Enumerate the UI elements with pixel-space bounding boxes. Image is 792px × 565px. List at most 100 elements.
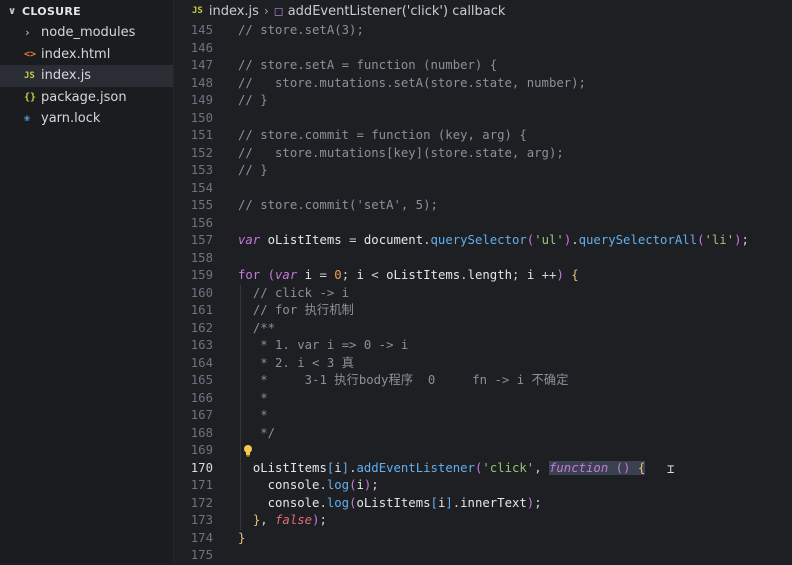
line-number: 150 [190, 110, 213, 125]
chevron-right-icon: › [263, 4, 269, 18]
code-text: console.log(i); [267, 478, 379, 492]
code-line[interactable]: 147 // store.setA = function (number) { [174, 57, 792, 75]
code-line[interactable]: 153 // } [174, 162, 792, 180]
breadcrumb-symbol[interactable]: addEventListener('click') callback [288, 4, 506, 19]
tree-item-label: package.json [41, 89, 127, 105]
code-line[interactable]: 171 console.log(i); [174, 477, 792, 495]
code-line[interactable]: 174} [174, 530, 792, 548]
code-line[interactable]: 154 [174, 180, 792, 198]
tree-item-index-html[interactable]: <> index.html [0, 44, 173, 66]
code-line[interactable]: 149 // } [174, 92, 792, 110]
line-number: 163 [190, 338, 213, 352]
line-number: 169 [190, 443, 213, 457]
breadcrumb: JS index.js › ◻ addEventListener('click'… [174, 0, 792, 22]
breadcrumb-file[interactable]: index.js [209, 4, 259, 19]
tree-item-package-json[interactable]: {} package.json [0, 87, 173, 109]
code-line[interactable]: 169 [174, 442, 792, 460]
line-number: 147 [190, 58, 213, 72]
code-text: for (var i = 0; i < oListItems.length; i… [238, 268, 579, 282]
js-file-icon: JS [192, 6, 203, 16]
code-line[interactable]: 172 console.log(oListItems[i].innerText)… [174, 494, 792, 512]
line-number: 149 [190, 93, 213, 107]
code-area[interactable]: 145 // store.setA(3); 146 147 // store.setA … [174, 22, 792, 565]
code-text: oListItems[i].addEventListener('click', … [252, 460, 646, 475]
code-line[interactable]: 162 /** [174, 319, 792, 337]
code-text: // click -> i [252, 285, 350, 300]
code-text: // store.mutations[key](store.state, arg… [238, 145, 564, 160]
line-number: 156 [190, 215, 213, 230]
line-number: 166 [190, 390, 213, 405]
code-text: // } [238, 93, 268, 107]
line-number: 167 [190, 408, 213, 422]
code-text: * [260, 390, 268, 405]
code-line[interactable]: 160 // click -> i [174, 284, 792, 302]
line-number: 145 [190, 23, 213, 37]
code-editor[interactable]: JS index.js › ◻ addEventListener('click'… [174, 0, 792, 563]
line-number: 148 [190, 75, 213, 90]
line-number: 160 [190, 285, 213, 300]
code-text: } [238, 530, 246, 545]
code-line[interactable]: 152 // store.mutations[key](store.state, … [174, 145, 792, 163]
code-text: console.log(oListItems[i].innerText); [267, 495, 542, 510]
line-number: 174 [190, 530, 213, 545]
code-line[interactable]: 157 var oListItems = document.querySelect… [174, 232, 792, 250]
lightbulb-icon[interactable] [242, 444, 254, 457]
code-line[interactable]: 166 * [174, 389, 792, 407]
line-number: 146 [190, 40, 213, 55]
line-number: 173 [190, 513, 213, 527]
code-line[interactable]: 159 for (var i = 0; i < oListItems.length… [174, 267, 792, 285]
line-number: 162 [190, 320, 213, 335]
code-line[interactable]: 163 * 1. var i => 0 -> i [174, 337, 792, 355]
code-line[interactable]: 168 */ [174, 424, 792, 442]
code-text: /** [252, 320, 276, 335]
code-text: // store.setA(3); [238, 23, 364, 37]
code-line[interactable]: 161 // for 执行机制 [174, 302, 792, 320]
tree-item-label: node_modules [41, 25, 136, 41]
code-line[interactable]: 146 [174, 40, 792, 58]
code-line[interactable]: 164 * 2. i < 3 真 [174, 354, 792, 372]
tree-item-label: yarn.lock [41, 111, 101, 127]
code-line[interactable]: 150 [174, 110, 792, 128]
chevron-down-icon: ∨ [8, 5, 17, 17]
code-text: * [260, 408, 268, 422]
method-cube-icon: ◻ [273, 4, 284, 18]
code-text: // } [238, 163, 268, 177]
tree-item-node-modules[interactable]: › node_modules [0, 22, 173, 44]
code-line[interactable]: 158 [174, 250, 792, 268]
line-number: 155 [190, 198, 213, 212]
tree-item-index-js[interactable]: JS index.js [0, 65, 173, 87]
line-number: 152 [190, 145, 213, 160]
explorer-folder-header[interactable]: ∨ CLOSURE [0, 0, 173, 22]
text-cursor-icon: ⌶ [667, 461, 675, 476]
line-number: 171 [190, 478, 213, 492]
code-line[interactable]: 148 // store.mutations.setA(store.state, … [174, 75, 792, 93]
chevron-right-icon: › [24, 26, 31, 40]
line-number: 151 [190, 128, 213, 142]
code-line[interactable]: 145 // store.setA(3); [174, 22, 792, 40]
code-line[interactable]: 173 }, false); [174, 512, 792, 530]
code-line[interactable]: 170 oListItems[i].addEventListener('clic… [174, 459, 792, 477]
line-number: 165 [190, 373, 213, 387]
tree-item-yarn-lock[interactable]: ❀ yarn.lock [0, 108, 173, 130]
line-number: 164 [190, 355, 213, 370]
code-line[interactable]: 155 // store.commit('setA', 5); [174, 197, 792, 215]
line-number: 157 [190, 233, 213, 247]
code-text: */ [260, 425, 276, 440]
code-text: // for 执行机制 [252, 303, 354, 317]
code-line[interactable]: 175 [174, 547, 792, 565]
code-text: * 1. var i => 0 -> i [260, 338, 409, 352]
code-line[interactable]: 151 // store.commit = function (key, arg)… [174, 127, 792, 145]
code-line[interactable]: 165 * 3-1 执行body程序 0 fn -> i 不确定 [174, 372, 792, 390]
code-line[interactable]: 167 * [174, 407, 792, 425]
indent-guide [240, 442, 241, 460]
folder-name: CLOSURE [22, 4, 81, 18]
code-text: var oListItems = document.querySelector(… [238, 233, 749, 247]
json-file-icon: {} [24, 91, 37, 103]
html-file-icon: <> [24, 48, 37, 60]
js-file-icon: JS [24, 70, 35, 81]
code-line[interactable]: 156 [174, 215, 792, 233]
code-text: * 2. i < 3 真 [260, 355, 354, 370]
yarn-file-icon: ❀ [24, 113, 31, 125]
code-text: // store.mutations.setA(store.state, num… [238, 75, 586, 90]
code-text: // store.setA = function (number) { [238, 58, 498, 72]
